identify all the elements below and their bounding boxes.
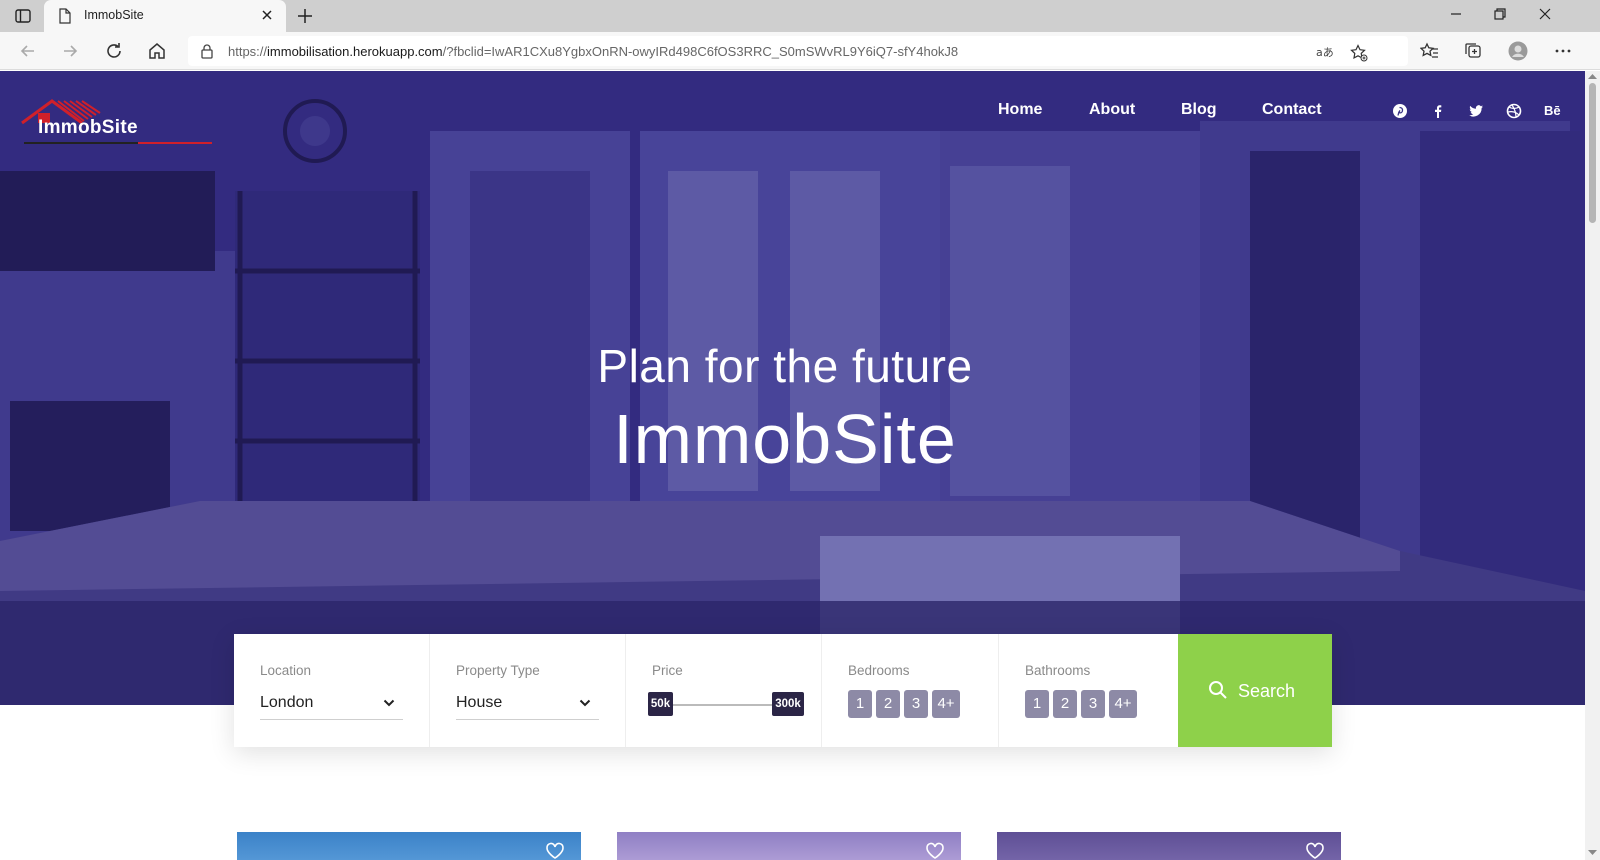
- page-icon: [59, 8, 71, 24]
- more-menu-icon[interactable]: [1553, 41, 1573, 61]
- scrollbar-thumb[interactable]: [1589, 83, 1596, 223]
- tab-actions-icon[interactable]: [14, 7, 32, 25]
- address-bar[interactable]: https://immobilisation.herokuapp.com/?fb…: [188, 36, 1408, 66]
- collections-icon[interactable]: [1463, 41, 1483, 61]
- close-window-icon[interactable]: [1537, 6, 1553, 22]
- bedrooms-option-4plus[interactable]: 4+: [932, 690, 960, 718]
- page-viewport: ImmobSite Home About Blog Contact Bē Pla…: [0, 71, 1585, 860]
- tab-title: ImmobSite: [84, 8, 144, 22]
- nav-home[interactable]: Home: [998, 101, 1042, 119]
- read-aloud-icon[interactable]: aあ: [1316, 44, 1334, 60]
- add-favorite-icon[interactable]: [1350, 44, 1368, 62]
- favorites-icon[interactable]: [1420, 41, 1440, 61]
- browser-tab-bar: ImmobSite: [0, 0, 1600, 32]
- bathrooms-option-1[interactable]: 1: [1025, 690, 1049, 718]
- property-card[interactable]: [997, 832, 1341, 860]
- new-tab-icon[interactable]: [296, 7, 314, 25]
- bedrooms-label: Bedrooms: [848, 663, 910, 678]
- heart-icon[interactable]: [545, 842, 565, 860]
- heart-icon[interactable]: [925, 842, 945, 860]
- behance-icon[interactable]: Bē: [1544, 103, 1566, 119]
- nav-blog[interactable]: Blog: [1181, 101, 1217, 119]
- bathrooms-option-2[interactable]: 2: [1053, 690, 1077, 718]
- property-card[interactable]: [237, 832, 581, 860]
- lock-icon[interactable]: [200, 43, 214, 59]
- minimize-icon[interactable]: [1448, 6, 1464, 22]
- refresh-icon[interactable]: [104, 41, 124, 61]
- bathrooms-label: Bathrooms: [1025, 663, 1091, 678]
- url-text[interactable]: https://immobilisation.herokuapp.com/?fb…: [228, 44, 958, 59]
- hero-section: ImmobSite Home About Blog Contact Bē Pla…: [0, 71, 1585, 705]
- bedrooms-option-2[interactable]: 2: [876, 690, 900, 718]
- search-icon: [1209, 681, 1227, 699]
- nav-contact[interactable]: Contact: [1262, 101, 1322, 119]
- price-min-handle[interactable]: 50k: [648, 692, 673, 716]
- twitter-icon[interactable]: [1468, 103, 1484, 119]
- close-tab-icon[interactable]: [260, 8, 274, 22]
- dribbble-icon[interactable]: [1506, 103, 1522, 119]
- bathrooms-field: Bathrooms 1 2 3 4+: [999, 634, 1178, 747]
- hero-title: ImmobSite: [613, 400, 957, 478]
- price-label: Price: [652, 663, 683, 678]
- property-type-field: Property Type House: [430, 634, 626, 747]
- price-slider-track[interactable]: [672, 704, 782, 706]
- property-type-select[interactable]: House: [456, 690, 599, 720]
- browser-toolbar: https://immobilisation.herokuapp.com/?fb…: [0, 32, 1600, 70]
- bedrooms-field: Bedrooms 1 2 3 4+: [822, 634, 999, 747]
- restore-icon[interactable]: [1492, 6, 1508, 22]
- scroll-down-icon[interactable]: [1588, 850, 1597, 856]
- price-field: Price 50k 300k: [626, 634, 822, 747]
- pinterest-icon[interactable]: [1392, 103, 1408, 119]
- location-value: London: [260, 694, 314, 711]
- location-label: Location: [260, 663, 312, 678]
- svg-text:aあ: aあ: [1316, 46, 1334, 59]
- property-search-panel: Location London Property Type House Pric…: [234, 634, 1332, 747]
- bathrooms-option-4plus[interactable]: 4+: [1109, 690, 1137, 718]
- forward-icon[interactable]: [60, 41, 80, 61]
- location-field: Location London: [234, 634, 430, 747]
- bedrooms-option-1[interactable]: 1: [848, 690, 872, 718]
- chevron-down-icon: [383, 699, 395, 707]
- page-scrollbar[interactable]: [1585, 71, 1600, 860]
- search-button[interactable]: Search: [1178, 634, 1332, 747]
- profile-avatar-icon[interactable]: [1508, 41, 1528, 61]
- price-max-handle[interactable]: 300k: [772, 692, 804, 716]
- home-icon[interactable]: [147, 41, 167, 61]
- property-type-label: Property Type: [456, 663, 540, 678]
- chevron-down-icon: [579, 699, 591, 707]
- location-select[interactable]: London: [260, 690, 403, 720]
- back-icon[interactable]: [18, 41, 38, 61]
- hero-subtitle: Plan for the future: [597, 340, 973, 392]
- bathrooms-option-3[interactable]: 3: [1081, 690, 1105, 718]
- nav-about[interactable]: About: [1089, 101, 1135, 119]
- logo-text: ImmobSite: [38, 117, 138, 138]
- heart-icon[interactable]: [1305, 842, 1325, 860]
- property-type-value: House: [456, 694, 503, 711]
- search-button-label: Search: [1238, 681, 1296, 701]
- site-logo[interactable]: ImmobSite: [18, 97, 214, 147]
- property-card[interactable]: [617, 832, 961, 860]
- facebook-icon[interactable]: [1430, 103, 1446, 119]
- scroll-up-icon[interactable]: [1588, 73, 1597, 79]
- bedrooms-option-3[interactable]: 3: [904, 690, 928, 718]
- browser-tab[interactable]: ImmobSite: [44, 0, 286, 32]
